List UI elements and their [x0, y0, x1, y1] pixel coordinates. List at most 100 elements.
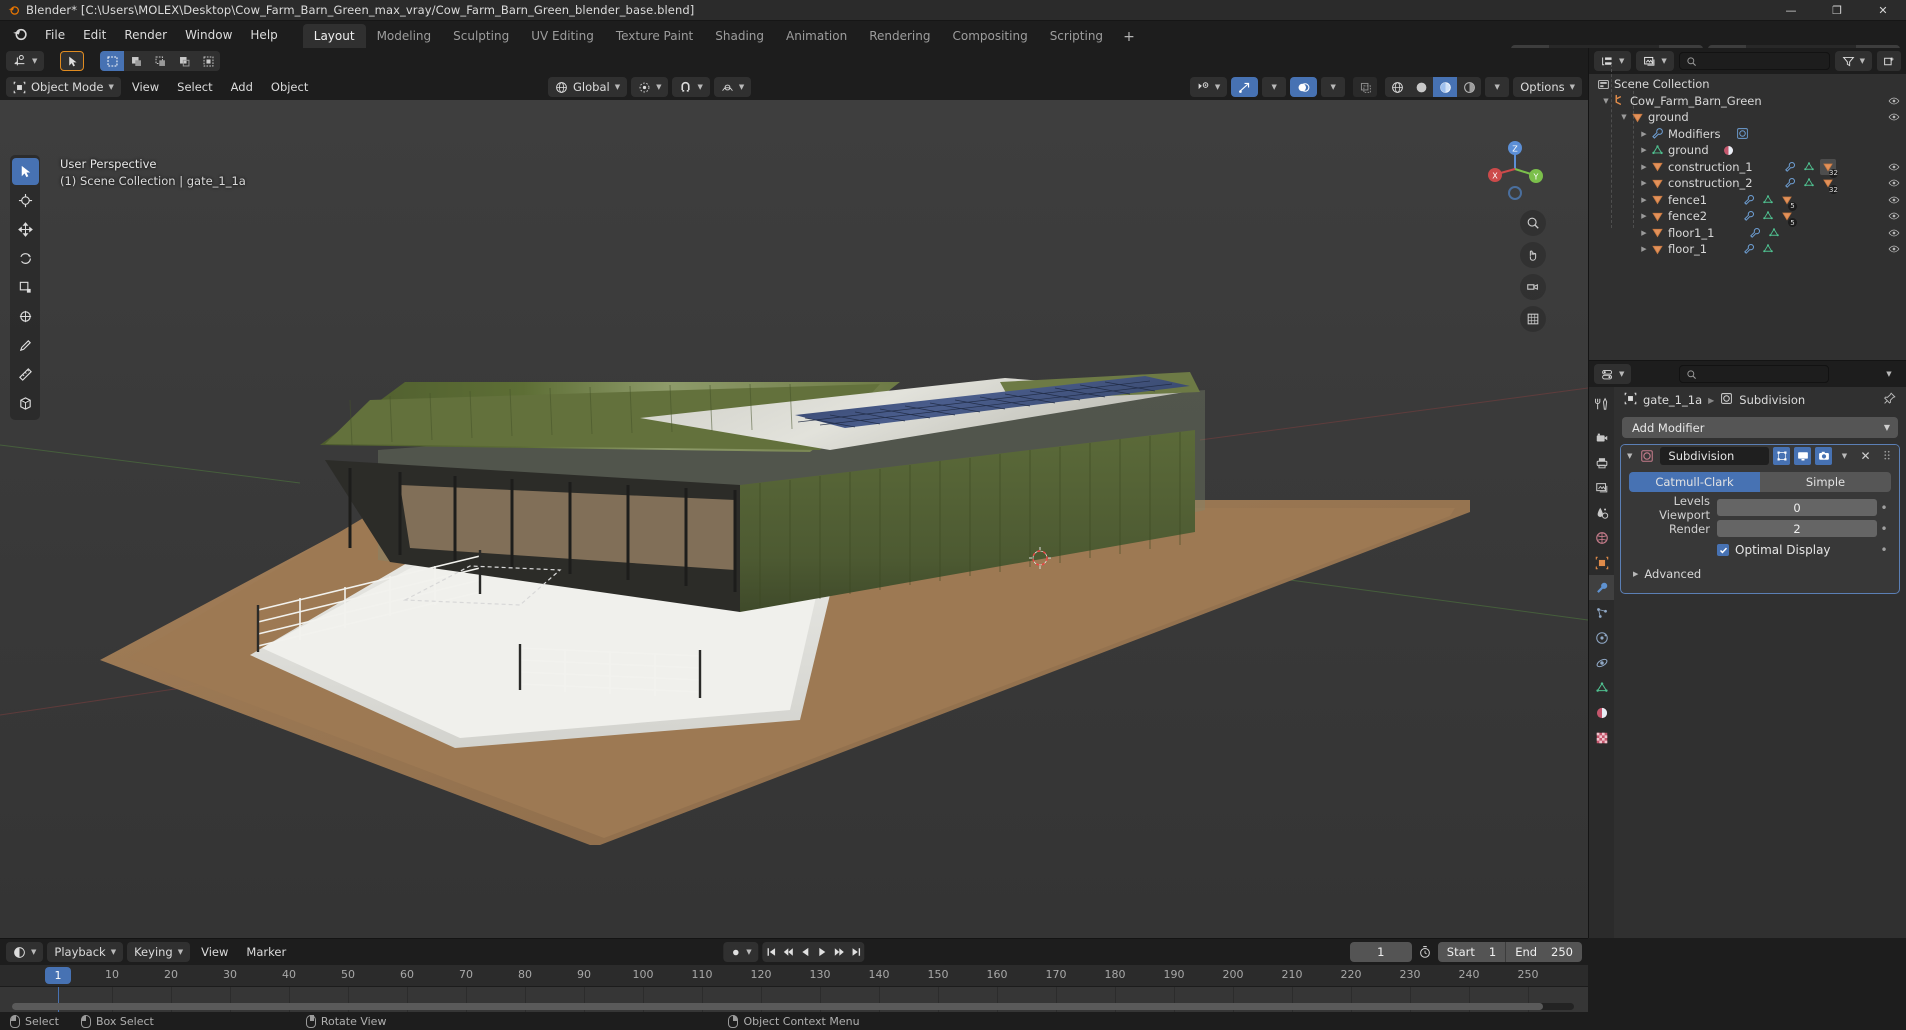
play-button[interactable]	[814, 942, 831, 962]
outliner-row-construction-2[interactable]: ▶ construction_2 32	[1589, 175, 1906, 195]
minimize-button[interactable]: —	[1768, 0, 1814, 21]
add-modifier-button[interactable]: Add Modifier ▼	[1622, 417, 1898, 438]
properties-editor-type-selector[interactable]: ▼	[1594, 364, 1632, 384]
wireframe-shading-button[interactable]	[1385, 77, 1410, 97]
properties-tab-output-icon[interactable]	[1589, 450, 1614, 475]
gizmo-options-caret-icon[interactable]: ▼	[1262, 77, 1287, 97]
rendered-shading-button[interactable]	[1457, 77, 1482, 97]
visibility-eye-icon[interactable]	[1888, 175, 1900, 191]
tab-animation[interactable]: Animation	[775, 24, 858, 49]
breadcrumb-object-label[interactable]: gate_1_1a	[1643, 393, 1702, 407]
outliner-row-ground-object[interactable]: ▼ ground	[1589, 109, 1906, 126]
timeline-ruler[interactable]: 10 20 30 40 50 60 70 80 90 100 110 120 1…	[0, 965, 1588, 987]
subdivision-type-catmull-clark[interactable]: Catmull-Clark	[1629, 472, 1760, 492]
tab-sculpting[interactable]: Sculpting	[442, 24, 520, 49]
overlays-toggle[interactable]	[1290, 77, 1318, 97]
tool-cursor[interactable]	[12, 187, 39, 214]
current-frame-input[interactable]: 1	[1349, 942, 1412, 962]
properties-tab-view-layer-icon[interactable]	[1589, 475, 1614, 500]
3d-viewport-canvas[interactable]: User Perspective (1) Scene Collection | …	[0, 100, 1588, 938]
zoom-view-button[interactable]	[1520, 210, 1546, 236]
properties-tab-object-data-icon[interactable]	[1589, 675, 1614, 700]
tab-modeling[interactable]: Modeling	[366, 24, 443, 49]
outliner-display-mode-selector[interactable]: ▼	[1636, 51, 1674, 71]
toggle-orthographic-button[interactable]	[1520, 306, 1546, 332]
expand-triangle-icon[interactable]: ▼	[1625, 452, 1634, 460]
properties-tab-material-icon[interactable]	[1589, 700, 1614, 725]
pivot-point-selector[interactable]: ▼	[631, 77, 669, 97]
optimal-display-checkbox[interactable]	[1717, 544, 1729, 556]
timeline-playback-menu[interactable]: Playback ▼	[47, 942, 124, 962]
viewport-menu-select[interactable]: Select	[170, 77, 219, 97]
pin-icon[interactable]	[1883, 392, 1896, 408]
use-preview-range-icon[interactable]	[1416, 945, 1434, 959]
visibility-eye-icon[interactable]	[1888, 93, 1900, 109]
disclosure-triangle-icon[interactable]: ▶	[1639, 142, 1649, 158]
modifier-render-toggle[interactable]	[1815, 447, 1832, 465]
animate-property-dot-icon[interactable]: •	[1877, 522, 1891, 536]
outliner-filter-button[interactable]: ▼	[1834, 51, 1872, 71]
tweak-tool-button[interactable]	[60, 51, 85, 71]
select-extend-button[interactable]	[124, 51, 149, 71]
select-invert-button[interactable]	[172, 51, 197, 71]
levels-render-input[interactable]: 2	[1717, 520, 1877, 537]
properties-tab-scene-icon[interactable]	[1589, 500, 1614, 525]
modifier-realtime-toggle[interactable]	[1794, 447, 1811, 465]
close-button[interactable]: ✕	[1860, 0, 1906, 21]
jump-to-start-button[interactable]	[763, 942, 780, 962]
timeline-playhead[interactable]: 1	[45, 967, 71, 984]
next-keyframe-button[interactable]	[831, 942, 848, 962]
outliner-row-collection[interactable]: ▼ Cow_Farm_Barn_Green	[1589, 93, 1906, 110]
disclosure-triangle-icon[interactable]: ▶	[1639, 225, 1649, 241]
camera-view-button[interactable]	[1520, 274, 1546, 300]
visibility-eye-icon[interactable]	[1888, 208, 1900, 224]
shading-options-caret-icon[interactable]: ▼	[1485, 77, 1510, 97]
tab-compositing[interactable]: Compositing	[941, 24, 1038, 49]
properties-tab-render-icon[interactable]	[1589, 425, 1614, 450]
properties-tab-object-icon[interactable]	[1589, 550, 1614, 575]
properties-tab-constraints-icon[interactable]	[1589, 650, 1614, 675]
properties-tab-physics-icon[interactable]	[1589, 625, 1614, 650]
previous-keyframe-button[interactable]	[780, 942, 797, 962]
animate-property-dot-icon[interactable]: •	[1877, 501, 1891, 515]
disclosure-triangle-icon[interactable]: ▼	[1601, 93, 1611, 109]
properties-tab-modifier-icon[interactable]	[1589, 575, 1614, 600]
disclosure-triangle-icon[interactable]: ▶	[1639, 126, 1649, 142]
tab-layout[interactable]: Layout	[302, 24, 366, 49]
outliner-search-input[interactable]	[1678, 52, 1830, 70]
disclosure-triangle-icon[interactable]: ▶	[1639, 159, 1649, 175]
properties-tab-tool-icon[interactable]	[1589, 391, 1614, 416]
animate-property-dot-icon[interactable]: •	[1877, 543, 1891, 557]
play-reverse-button[interactable]	[797, 942, 814, 962]
menu-help[interactable]: Help	[241, 25, 286, 45]
visibility-selector[interactable]: ▼	[1189, 77, 1228, 97]
tab-scripting[interactable]: Scripting	[1039, 24, 1114, 49]
tab-uv-editing[interactable]: UV Editing	[520, 24, 605, 49]
tool-transform[interactable]	[12, 303, 39, 330]
visibility-eye-icon[interactable]	[1888, 241, 1900, 257]
tool-select-box[interactable]	[11, 158, 39, 185]
snap-magnet-toggle[interactable]: ▼	[672, 77, 710, 97]
auto-keying-toggle[interactable]: ▼	[723, 942, 759, 962]
tool-add-cube[interactable]	[12, 390, 39, 417]
timeline-keying-menu[interactable]: Keying ▼	[127, 942, 191, 962]
select-new-button[interactable]	[100, 51, 125, 71]
material-preview-shading-button[interactable]	[1433, 77, 1458, 97]
tool-annotate[interactable]	[12, 332, 39, 359]
viewport-menu-view[interactable]: View	[125, 77, 166, 97]
outliner-row-ground-mesh[interactable]: ▶ ground	[1589, 142, 1906, 159]
tool-measure[interactable]	[12, 361, 39, 388]
outliner-row-floor1-1[interactable]: ▶ floor1_1	[1589, 225, 1906, 242]
menu-window[interactable]: Window	[176, 25, 241, 45]
tab-texture-paint[interactable]: Texture Paint	[605, 24, 704, 49]
tool-scale[interactable]	[12, 274, 39, 301]
outliner-row-scene-collection[interactable]: Scene Collection	[1589, 76, 1906, 93]
disclosure-triangle-icon[interactable]: ▶	[1639, 175, 1649, 191]
properties-options-caret-icon[interactable]: ▼	[1877, 364, 1901, 384]
solid-shading-button[interactable]	[1409, 77, 1434, 97]
options-button[interactable]: Options ▼	[1513, 77, 1582, 97]
outliner-new-collection-button[interactable]	[1877, 51, 1901, 71]
menu-render[interactable]: Render	[115, 25, 176, 45]
outliner-row-construction-1[interactable]: ▶ construction_1 32	[1589, 158, 1906, 178]
properties-tab-texture-icon[interactable]	[1589, 725, 1614, 750]
